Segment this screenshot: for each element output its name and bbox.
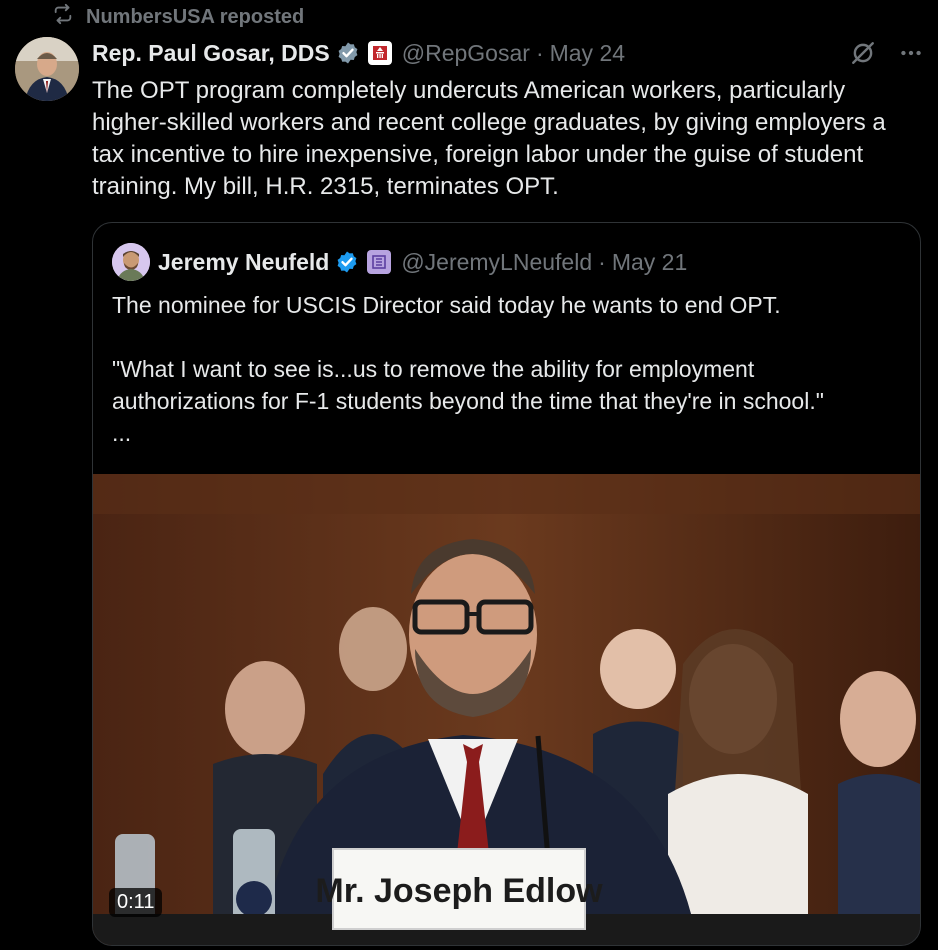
tweet-text: The OPT program completely undercuts Ame… <box>92 77 886 200</box>
show-more-ellipsis[interactable]: ... <box>112 417 902 449</box>
quoted-author-avatar[interactable] <box>112 243 150 281</box>
quoted-author-name[interactable]: Jeremy Neufeld <box>158 249 329 276</box>
quoted-tweet[interactable]: Jeremy Neufeld @JeremyLNeufeld · May 21 … <box>92 222 921 946</box>
repost-label: NumbersUSA reposted <box>86 5 305 28</box>
separator: · <box>535 39 544 66</box>
quoted-tweet-text: The nominee for USCIS Director said toda… <box>112 289 902 449</box>
author-avatar-image <box>15 37 79 101</box>
more-options-icon[interactable] <box>898 40 924 66</box>
quoted-verified-badge-icon[interactable] <box>335 250 359 274</box>
quoted-tweet-date[interactable]: May 21 <box>612 249 687 276</box>
repost-indicator[interactable]: NumbersUSA reposted <box>52 3 305 31</box>
tweet-date[interactable]: May 24 <box>550 40 625 67</box>
tweet-header: Rep. Paul Gosar, DDS @RepGosar · May 24 <box>92 36 924 70</box>
author-avatar[interactable] <box>15 37 79 101</box>
quoted-text-line-1: The nominee for USCIS Director said toda… <box>112 292 781 318</box>
video-thumbnail: Mr. Joseph Edlow <box>93 474 920 945</box>
quoted-text-line-2: "What I want to see is...us to remove th… <box>112 356 824 414</box>
quoted-tweet-header: Jeremy Neufeld @JeremyLNeufeld · May 21 <box>112 242 910 282</box>
video-duration: 0:11 <box>109 888 163 917</box>
quoted-author-avatar-image <box>112 243 150 281</box>
header-actions <box>850 40 924 66</box>
quoted-author-handle[interactable]: @JeremyLNeufeld <box>401 249 592 276</box>
nameplate-text: Mr. Joseph Edlow <box>315 872 603 910</box>
affiliation-badge-icon[interactable] <box>367 250 392 274</box>
government-affiliation-icon[interactable] <box>367 41 392 65</box>
author-handle[interactable]: @RepGosar <box>402 40 530 67</box>
author-name[interactable]: Rep. Paul Gosar, DDS <box>92 40 330 67</box>
repost-icon <box>52 3 74 31</box>
verified-badge-icon[interactable] <box>336 41 360 65</box>
video-player[interactable]: Mr. Joseph Edlow 0:11 <box>93 474 920 945</box>
grok-icon[interactable] <box>850 40 876 66</box>
quoted-separator: · <box>598 248 606 275</box>
